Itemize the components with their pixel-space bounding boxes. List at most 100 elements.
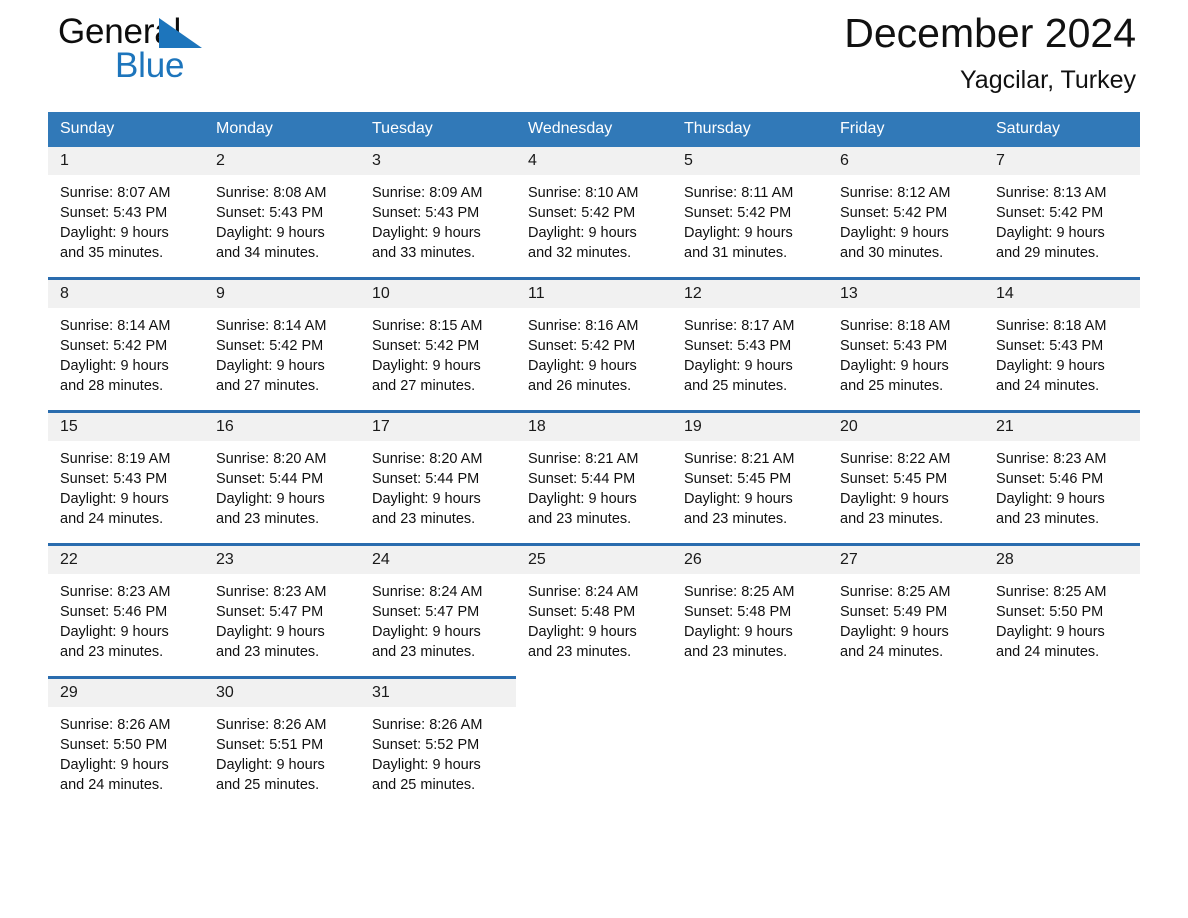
weekday-header-monday: Monday — [204, 112, 360, 147]
weekday-header-tuesday: Tuesday — [360, 112, 516, 147]
sunrise-text: Sunrise: 8:26 AM — [216, 717, 327, 733]
daylight-text-line2: and 23 minutes. — [372, 644, 476, 660]
day-cell[interactable]: Sunrise: 8:10 AM Sunset: 5:42 PM Dayligh… — [516, 175, 672, 279]
day-number[interactable]: 9 — [204, 277, 360, 308]
day-cell[interactable]: Sunrise: 8:26 AM Sunset: 5:51 PM Dayligh… — [204, 707, 360, 809]
day-cell[interactable]: Sunrise: 8:09 AM Sunset: 5:43 PM Dayligh… — [360, 175, 516, 279]
weekday-header-wednesday: Wednesday — [516, 112, 672, 147]
day-cell[interactable]: Sunrise: 8:25 AM Sunset: 5:50 PM Dayligh… — [984, 574, 1140, 678]
day-cell[interactable]: Sunrise: 8:21 AM Sunset: 5:44 PM Dayligh… — [516, 441, 672, 545]
day-number[interactable]: 13 — [828, 277, 984, 308]
day-number[interactable]: 28 — [984, 543, 1140, 574]
day-number[interactable]: 19 — [672, 410, 828, 441]
day-cell[interactable]: Sunrise: 8:17 AM Sunset: 5:43 PM Dayligh… — [672, 308, 828, 412]
day-number[interactable]: 29 — [48, 676, 204, 707]
day-number[interactable]: 6 — [828, 147, 984, 175]
day-cell[interactable]: Sunrise: 8:07 AM Sunset: 5:43 PM Dayligh… — [48, 175, 204, 279]
daylight-text-line1: Daylight: 9 hours — [372, 624, 481, 640]
daylight-text-line1: Daylight: 9 hours — [372, 757, 481, 773]
day-cell[interactable]: Sunrise: 8:20 AM Sunset: 5:44 PM Dayligh… — [360, 441, 516, 545]
sunset-text: Sunset: 5:43 PM — [372, 205, 480, 221]
day-cell-empty — [828, 707, 984, 809]
day-number[interactable]: 15 — [48, 410, 204, 441]
daylight-text-line1: Daylight: 9 hours — [216, 225, 325, 241]
day-number[interactable]: 16 — [204, 410, 360, 441]
sunrise-text: Sunrise: 8:12 AM — [840, 185, 951, 201]
week-2-info-row: Sunrise: 8:14 AM Sunset: 5:42 PM Dayligh… — [48, 308, 1140, 412]
day-cell[interactable]: Sunrise: 8:18 AM Sunset: 5:43 PM Dayligh… — [828, 308, 984, 412]
sunset-text: Sunset: 5:43 PM — [840, 338, 948, 354]
day-cell[interactable]: Sunrise: 8:16 AM Sunset: 5:42 PM Dayligh… — [516, 308, 672, 412]
sunrise-text: Sunrise: 8:24 AM — [372, 584, 483, 600]
daylight-text-line1: Daylight: 9 hours — [216, 491, 325, 507]
day-cell[interactable]: Sunrise: 8:25 AM Sunset: 5:48 PM Dayligh… — [672, 574, 828, 678]
day-number[interactable]: 27 — [828, 543, 984, 574]
day-number[interactable]: 7 — [984, 147, 1140, 175]
daylight-text-line1: Daylight: 9 hours — [528, 624, 637, 640]
day-number[interactable]: 12 — [672, 277, 828, 308]
day-number[interactable]: 5 — [672, 147, 828, 175]
daylight-text-line2: and 23 minutes. — [840, 511, 944, 527]
day-cell[interactable]: Sunrise: 8:24 AM Sunset: 5:48 PM Dayligh… — [516, 574, 672, 678]
sunrise-text: Sunrise: 8:11 AM — [684, 185, 794, 201]
day-number[interactable]: 24 — [360, 543, 516, 574]
day-number[interactable]: 8 — [48, 277, 204, 308]
day-number[interactable]: 25 — [516, 543, 672, 574]
day-number[interactable]: 23 — [204, 543, 360, 574]
day-cell[interactable]: Sunrise: 8:15 AM Sunset: 5:42 PM Dayligh… — [360, 308, 516, 412]
day-number[interactable]: 4 — [516, 147, 672, 175]
day-number[interactable]: 1 — [48, 147, 204, 175]
daylight-text-line2: and 33 minutes. — [372, 245, 476, 261]
day-cell[interactable]: Sunrise: 8:25 AM Sunset: 5:49 PM Dayligh… — [828, 574, 984, 678]
day-cell[interactable]: Sunrise: 8:14 AM Sunset: 5:42 PM Dayligh… — [204, 308, 360, 412]
day-cell[interactable]: Sunrise: 8:21 AM Sunset: 5:45 PM Dayligh… — [672, 441, 828, 545]
day-cell[interactable]: Sunrise: 8:26 AM Sunset: 5:52 PM Dayligh… — [360, 707, 516, 809]
day-cell[interactable]: Sunrise: 8:12 AM Sunset: 5:42 PM Dayligh… — [828, 175, 984, 279]
day-cell[interactable]: Sunrise: 8:23 AM Sunset: 5:47 PM Dayligh… — [204, 574, 360, 678]
daylight-text-line1: Daylight: 9 hours — [372, 491, 481, 507]
day-number[interactable]: 11 — [516, 277, 672, 308]
sunrise-text: Sunrise: 8:21 AM — [684, 451, 795, 467]
day-number[interactable]: 22 — [48, 543, 204, 574]
day-number[interactable]: 17 — [360, 410, 516, 441]
day-cell[interactable]: Sunrise: 8:23 AM Sunset: 5:46 PM Dayligh… — [984, 441, 1140, 545]
day-cell[interactable]: Sunrise: 8:11 AM Sunset: 5:42 PM Dayligh… — [672, 175, 828, 279]
sunset-text: Sunset: 5:44 PM — [216, 471, 324, 487]
day-number[interactable]: 10 — [360, 277, 516, 308]
day-number[interactable]: 14 — [984, 277, 1140, 308]
day-cell[interactable]: Sunrise: 8:22 AM Sunset: 5:45 PM Dayligh… — [828, 441, 984, 545]
sunrise-sunset-calendar: Sunday Monday Tuesday Wednesday Thursday… — [48, 112, 1140, 809]
calendar-body: 1 2 3 4 5 6 7 Sunrise: 8:07 AM Sunset: 5… — [48, 147, 1140, 809]
day-number[interactable]: 31 — [360, 676, 516, 707]
sunset-text: Sunset: 5:51 PM — [216, 737, 324, 753]
day-number[interactable]: 2 — [204, 147, 360, 175]
day-cell[interactable]: Sunrise: 8:08 AM Sunset: 5:43 PM Dayligh… — [204, 175, 360, 279]
sunset-text: Sunset: 5:43 PM — [216, 205, 324, 221]
daylight-text-line2: and 23 minutes. — [996, 511, 1100, 527]
day-number[interactable]: 21 — [984, 410, 1140, 441]
day-number[interactable]: 18 — [516, 410, 672, 441]
day-cell[interactable]: Sunrise: 8:18 AM Sunset: 5:43 PM Dayligh… — [984, 308, 1140, 412]
sunset-text: Sunset: 5:44 PM — [528, 471, 636, 487]
sunrise-text: Sunrise: 8:19 AM — [60, 451, 171, 467]
day-cell[interactable]: Sunrise: 8:14 AM Sunset: 5:42 PM Dayligh… — [48, 308, 204, 412]
day-number[interactable]: 3 — [360, 147, 516, 175]
daylight-text-line2: and 24 minutes. — [60, 777, 164, 793]
general-blue-logo[interactable]: General Blue — [58, 14, 358, 100]
day-number[interactable]: 26 — [672, 543, 828, 574]
sunset-text: Sunset: 5:42 PM — [372, 338, 480, 354]
daylight-text-line1: Daylight: 9 hours — [60, 358, 169, 374]
day-number[interactable]: 20 — [828, 410, 984, 441]
week-5-daynum-row: 29 30 31 — [48, 676, 1140, 707]
day-cell[interactable]: Sunrise: 8:19 AM Sunset: 5:43 PM Dayligh… — [48, 441, 204, 545]
day-cell[interactable]: Sunrise: 8:13 AM Sunset: 5:42 PM Dayligh… — [984, 175, 1140, 279]
day-number[interactable]: 30 — [204, 676, 360, 707]
day-cell-empty — [516, 707, 672, 809]
day-number-empty — [828, 676, 984, 707]
day-cell[interactable]: Sunrise: 8:24 AM Sunset: 5:47 PM Dayligh… — [360, 574, 516, 678]
day-cell[interactable]: Sunrise: 8:26 AM Sunset: 5:50 PM Dayligh… — [48, 707, 204, 809]
page-masthead: General Blue December 2024 Yagcilar, Tur… — [48, 0, 1140, 112]
day-cell[interactable]: Sunrise: 8:23 AM Sunset: 5:46 PM Dayligh… — [48, 574, 204, 678]
sunrise-text: Sunrise: 8:18 AM — [996, 318, 1107, 334]
day-cell[interactable]: Sunrise: 8:20 AM Sunset: 5:44 PM Dayligh… — [204, 441, 360, 545]
